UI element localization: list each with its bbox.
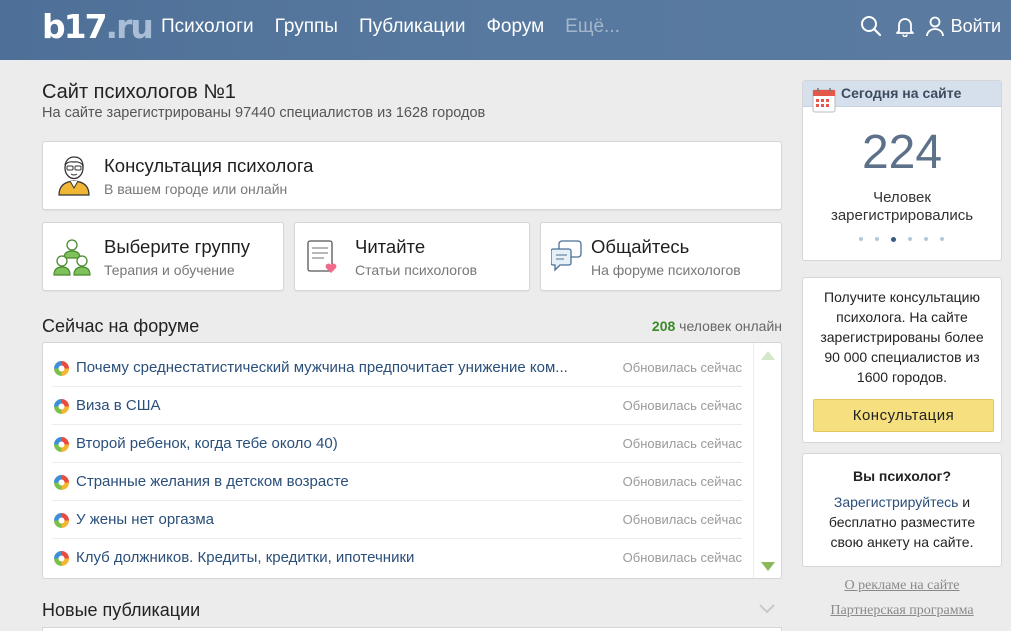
nav-groups[interactable]: Группы (275, 16, 338, 38)
publications-header[interactable]: Новые публикации (42, 600, 782, 621)
consultation-card[interactable]: Консультация психолога В вашем городе ил… (42, 141, 782, 210)
forum-row-time: Обновилась сейчас (622, 360, 742, 375)
group-card-subtitle: Терапия и обучение (104, 262, 235, 278)
forum-row-title[interactable]: Почему среднестатистический мужчина пред… (76, 359, 568, 376)
top-header: b17.ru Психологи Группы Публикации Форум… (0, 0, 1011, 60)
forum-row[interactable]: Почему среднестатистический мужчина пред… (52, 349, 742, 387)
register-link[interactable]: Зарегистрируйтесь (834, 494, 959, 510)
partner-program-link[interactable]: Партнерская программа (802, 603, 1002, 619)
forum-row-title[interactable]: У жены нет оргазма (76, 511, 214, 528)
scroll-down-arrow-icon[interactable] (761, 562, 775, 571)
carousel-dot[interactable] (875, 237, 879, 241)
publications-title: Новые публикации (42, 600, 201, 620)
forum-row[interactable]: Второй ребенок, когда тебе около 40) Обн… (52, 425, 742, 463)
login-label: Войти (950, 15, 1001, 36)
carousel-dot[interactable] (859, 237, 863, 241)
forum-row[interactable]: Странные желания в детском возрасте Обно… (52, 463, 742, 501)
forum-topic-icon (54, 475, 69, 490)
forum-row-time: Обновилась сейчас (622, 474, 742, 489)
header-actions: Войти (851, 14, 1001, 38)
online-counter: 208 человек онлайн (652, 318, 782, 334)
login-button[interactable]: Войти (923, 14, 1001, 38)
forum-scroller (753, 343, 781, 578)
advertising-link[interactable]: О рекламе на сайте (802, 578, 1002, 594)
consultation-card-title: Консультация психолога (104, 155, 314, 176)
forum-row[interactable]: Виза в США Обновилась сейчас (52, 387, 742, 425)
psy-text: Зарегистрируйтесь и бесплатно разместите… (828, 494, 976, 550)
search-icon[interactable] (859, 14, 883, 38)
forum-topic-icon (54, 551, 69, 566)
forum-row[interactable]: Клуб должников. Кредиты, кредитки, ипоте… (52, 539, 742, 577)
forum-row-title[interactable]: Клуб должников. Кредиты, кредитки, ипоте… (76, 549, 414, 566)
today-count: 224 (861, 126, 943, 179)
read-card-title: Читайте (355, 236, 426, 257)
site-logo[interactable]: b17.ru (42, 9, 154, 45)
talk-card-subtitle: На форуме психологов (591, 262, 741, 278)
consult-widget: Получите консультацию психолога. На сайт… (802, 277, 1002, 443)
forum-row-time: Обновилась сейчас (622, 512, 742, 527)
nav-publications[interactable]: Публикации (359, 16, 466, 38)
today-widget: Сегодня на сайте 224 Человек зарегистрир… (802, 80, 1002, 261)
group-card[interactable]: Выберите группу Терапия и обучение (42, 222, 284, 291)
chevron-down-icon[interactable] (758, 602, 776, 620)
user-icon (923, 14, 947, 38)
psychologist-icon (57, 154, 91, 201)
talk-card-title: Общайтесь (591, 236, 690, 257)
nav-forum[interactable]: Форум (486, 16, 544, 38)
publications-list-top (42, 627, 782, 631)
group-icon (53, 239, 91, 282)
carousel-dots (859, 237, 944, 242)
forum-row-title[interactable]: Виза в США (76, 397, 161, 414)
nav-more[interactable]: Ещё... (565, 16, 620, 38)
forum-topic-icon (54, 361, 69, 376)
main-nav: Психологи Группы Публикации Форум Ещё... (161, 16, 641, 38)
group-card-title: Выберите группу (104, 236, 250, 257)
today-widget-header: Сегодня на сайте (803, 81, 1001, 113)
forum-row-title[interactable]: Странные желания в детском возрасте (76, 473, 349, 490)
forum-topic-icon (54, 437, 69, 452)
read-card-subtitle: Статьи психологов (355, 262, 478, 278)
main-content: Сайт психологов №1 На сайте зарегистриро… (42, 80, 782, 631)
carousel-dot[interactable] (908, 237, 912, 241)
consultation-card-subtitle: В вашем городе или онлайн (104, 181, 288, 197)
online-count: 208 (651, 318, 676, 334)
talk-card[interactable]: Общайтесь На форуме психологов (540, 222, 782, 291)
forum-row-time: Обновилась сейчас (622, 398, 742, 413)
carousel-dot[interactable] (940, 237, 944, 241)
forum-list: Почему среднестатистический мужчина пред… (42, 342, 782, 579)
psychologist-widget: Вы психолог? Зарегистрируйтесь и бесплат… (802, 453, 1002, 567)
page-subtitle: На сайте зарегистрированы 97440 специали… (42, 105, 486, 121)
scroll-up-arrow-icon[interactable] (761, 351, 775, 360)
bell-icon[interactable] (893, 14, 917, 38)
consult-button[interactable]: Консультация (813, 399, 994, 432)
forum-header: Сейчас на форуме 208 человек онлайн (42, 316, 782, 337)
forum-row-title[interactable]: Второй ребенок, когда тебе около 40) (76, 435, 338, 452)
article-icon (305, 239, 339, 280)
forum-row-time: Обновилась сейчас (622, 436, 742, 451)
forum-row[interactable]: У жены нет оргазма Обновилась сейчас (52, 501, 742, 539)
chat-bubbles-icon (550, 239, 583, 278)
carousel-dot-active[interactable] (891, 237, 896, 242)
forum-topic-icon (54, 399, 69, 414)
online-label: человек онлайн (679, 318, 782, 334)
psy-question: Вы психолог? (852, 468, 952, 484)
forum-row-time: Обновилась сейчас (622, 550, 742, 565)
today-caption: Человек зарегистрировались (830, 189, 974, 224)
forum-topic-icon (54, 513, 69, 528)
read-card[interactable]: Читайте Статьи психологов (294, 222, 530, 291)
nav-psychologists[interactable]: Психологи (161, 16, 254, 38)
calendar-icon (812, 87, 836, 118)
carousel-dot[interactable] (924, 237, 928, 241)
today-widget-title: Сегодня на сайте (841, 85, 962, 101)
consult-widget-text: Получите консультацию психолога. На сайт… (820, 289, 984, 385)
page-title: Сайт психологов №1 (42, 81, 236, 103)
